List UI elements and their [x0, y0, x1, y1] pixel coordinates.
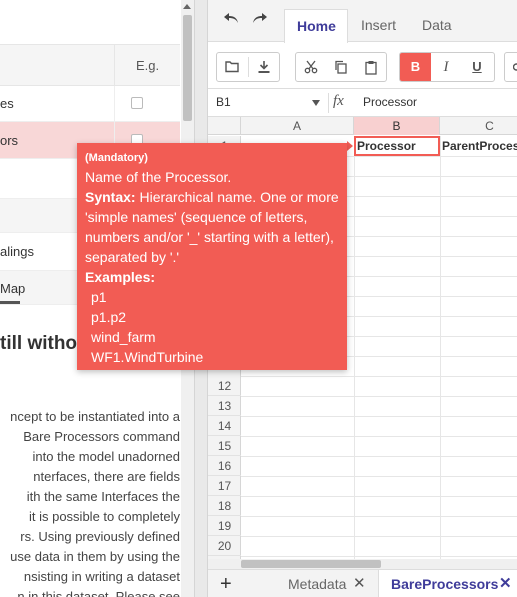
link-button-group: [504, 52, 517, 82]
row-header[interactable]: 15: [208, 436, 241, 456]
paragraph-line: it is possible to completely: [28, 509, 180, 524]
example-checkbox[interactable]: [131, 97, 143, 109]
copy-button[interactable]: [326, 53, 356, 81]
column-headers: A B C: [208, 117, 517, 135]
cell-c1[interactable]: ParentProces: [441, 136, 517, 156]
close-icon[interactable]: ✕: [353, 570, 366, 597]
example-item: p1.p2: [91, 309, 127, 325]
tab-data[interactable]: Data: [410, 9, 464, 43]
tooltip-syntax: Syntax: Hierarchical name. One or more '…: [85, 187, 339, 267]
row-marker: [0, 301, 20, 304]
paragraph-line: ncept to be instantiated into a: [10, 409, 180, 424]
formula-input[interactable]: Processor: [363, 95, 417, 109]
file-button-group: [216, 52, 280, 82]
paste-icon: [365, 61, 377, 75]
table-header: E.g.: [0, 44, 180, 87]
open-folder-icon: [224, 61, 239, 73]
example-item: WF1.WindTurbine: [91, 349, 204, 365]
download-icon: [258, 61, 270, 73]
ribbon-tabs: Home Insert Data: [208, 0, 517, 43]
underline-button[interactable]: U: [462, 53, 492, 81]
row-label: es: [0, 96, 14, 111]
scroll-up-icon[interactable]: [183, 4, 191, 9]
paste-button[interactable]: [356, 53, 386, 81]
example-item: p1: [91, 289, 107, 305]
mandatory-label: (Mandatory): [85, 152, 148, 164]
formula-bar: B1 fx Processor: [208, 89, 517, 117]
field-help-tooltip: (Mandatory) Name of the Processor. Synta…: [77, 143, 347, 370]
row-header[interactable]: 20: [208, 536, 241, 556]
horizontal-scrollbar[interactable]: [208, 559, 517, 569]
row-header[interactable]: 17: [208, 476, 241, 496]
format-button-group: B I U: [399, 52, 495, 82]
section-heading: till withou: [0, 333, 89, 354]
row-header[interactable]: 12: [208, 376, 241, 396]
cut-button[interactable]: [296, 53, 326, 81]
cell-name-box[interactable]: B1: [216, 95, 231, 109]
tooltip-description: Name of the Processor.: [85, 169, 232, 185]
add-sheet-button[interactable]: +: [220, 574, 232, 594]
undo-icon: [224, 13, 238, 23]
paragraph-line: into the model unadorned: [32, 449, 180, 464]
examples-label: Examples:: [85, 269, 156, 285]
redo-button[interactable]: [249, 11, 271, 31]
help-paragraph: ncept to be instantiated into a Bare Pro…: [0, 407, 180, 597]
paragraph-line: rs. Using previously defined: [20, 529, 180, 544]
row-header[interactable]: 14: [208, 416, 241, 436]
chevron-down-icon[interactable]: [312, 100, 320, 106]
cut-icon: [304, 60, 318, 74]
bold-button[interactable]: B: [400, 53, 431, 81]
select-all-corner[interactable]: [208, 117, 241, 135]
fx-icon: fx: [333, 93, 344, 109]
sheet-tab-bareprocessors[interactable]: BareProcessors ✕: [378, 570, 517, 597]
column-header-c[interactable]: C: [440, 117, 517, 135]
scrollbar-thumb[interactable]: [183, 15, 192, 121]
table-row[interactable]: es: [0, 86, 180, 122]
sheet-tab-metadata[interactable]: Metadata ✕: [276, 570, 376, 597]
tooltip-arrow: [347, 141, 353, 151]
italic-button[interactable]: I: [431, 53, 461, 81]
paragraph-line: n in this dataset. Please see: [17, 589, 180, 597]
scrollbar-thumb[interactable]: [241, 560, 381, 568]
sheet-tab-label: BareProcessors: [391, 576, 499, 592]
paragraph-line: Bare Processors command: [23, 429, 180, 444]
link-button[interactable]: [505, 53, 517, 81]
cell-b1[interactable]: Processor: [354, 136, 440, 156]
row-header[interactable]: 18: [208, 496, 241, 516]
undo-button[interactable]: [220, 11, 242, 31]
row-header[interactable]: 13: [208, 396, 241, 416]
column-header-b[interactable]: B: [354, 117, 440, 135]
tab-insert[interactable]: Insert: [349, 9, 408, 43]
sheet-tabs: + Metadata ✕ BareProcessors ✕: [208, 569, 517, 597]
link-icon: [512, 63, 517, 71]
column-header-eg: E.g.: [114, 45, 180, 87]
row-header[interactable]: 19: [208, 516, 241, 536]
paragraph-line: nsisting in writing a dataset: [23, 569, 180, 584]
clipboard-button-group: [295, 52, 387, 82]
close-icon[interactable]: ✕: [499, 570, 512, 597]
column-header-a[interactable]: A: [241, 117, 354, 135]
download-button[interactable]: [249, 53, 279, 81]
open-button[interactable]: [217, 53, 247, 81]
paragraph-line: nterfaces, there are fields: [33, 469, 180, 484]
copy-icon: [335, 60, 347, 74]
example-item: wind_farm: [91, 329, 156, 345]
tab-home[interactable]: Home: [284, 9, 348, 43]
row-header[interactable]: 16: [208, 456, 241, 476]
sheet-tab-label: Metadata: [288, 576, 347, 592]
toolbar: B I U: [208, 43, 517, 89]
redo-icon: [253, 13, 267, 23]
paragraph-line: ith the same Interfaces the: [26, 489, 180, 504]
paragraph-line: use data in them by using the: [10, 549, 180, 564]
syntax-label: Syntax:: [85, 189, 136, 205]
